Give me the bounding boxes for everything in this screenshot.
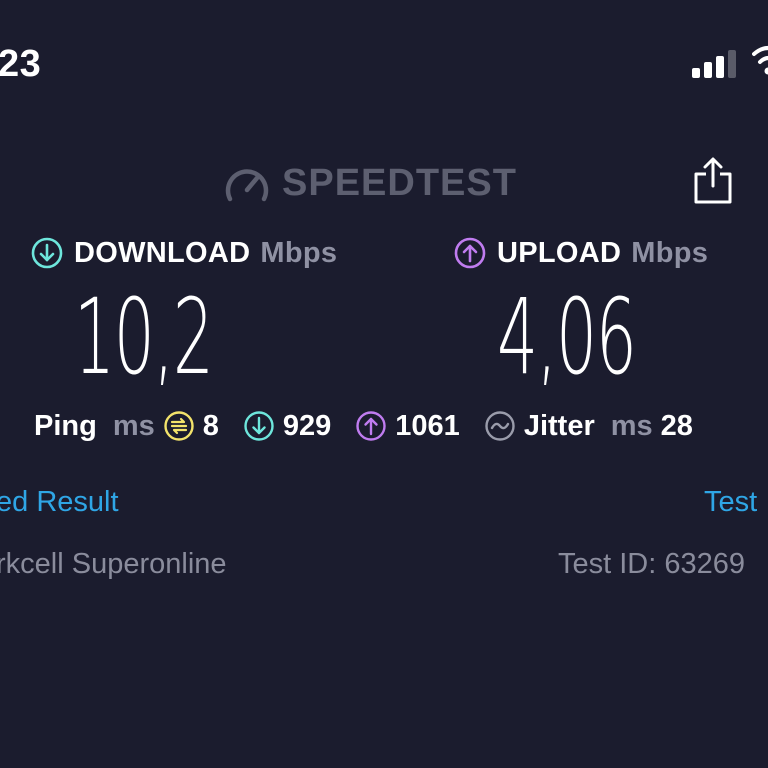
ping-label: Ping xyxy=(34,409,97,442)
download-arrow-icon xyxy=(31,237,63,269)
cellular-signal-icon xyxy=(692,50,736,78)
jitter-value: 28 xyxy=(660,409,693,442)
upload-latency-value: 1061 xyxy=(395,409,460,442)
speedtest-logo: SPEEDTEST xyxy=(224,160,517,206)
download-latency-value: 929 xyxy=(282,409,332,442)
result-link[interactable]: ed Result xyxy=(0,482,119,522)
jitter-unit: ms xyxy=(610,409,653,442)
upload-unit: Mbps xyxy=(631,236,709,269)
share-icon[interactable] xyxy=(692,156,736,206)
upload-arrow-icon xyxy=(454,237,486,269)
upload-header: UPLOAD Mbps xyxy=(453,232,708,274)
speedometer-icon xyxy=(225,169,269,202)
ping-icon xyxy=(164,411,194,441)
jitter-icon xyxy=(485,411,515,441)
latency-metrics: Ping ms 8 929 1061 Jitter ms 28 xyxy=(34,404,693,448)
ping-unit: ms xyxy=(112,409,155,442)
ping-value: 8 xyxy=(202,409,219,442)
test-id: Test ID: 63269 xyxy=(558,548,745,580)
upload-label: UPLOAD xyxy=(497,236,622,269)
download-unit: Mbps xyxy=(260,236,338,269)
download-header: DOWNLOAD Mbps xyxy=(30,232,337,274)
download-value: 10,2 xyxy=(74,276,214,398)
isp-name: rkcell Superonline xyxy=(0,548,227,580)
upload-value: 4,06 xyxy=(497,276,637,398)
upload-latency-icon xyxy=(356,411,386,441)
jitter-label: Jitter xyxy=(523,409,595,442)
download-latency-icon xyxy=(244,411,274,441)
logo-text: SPEEDTEST xyxy=(282,161,517,204)
wifi-icon xyxy=(752,46,768,75)
test-link[interactable]: Test xyxy=(704,482,757,522)
status-time: 23 xyxy=(0,43,42,85)
download-label: DOWNLOAD xyxy=(74,236,251,269)
